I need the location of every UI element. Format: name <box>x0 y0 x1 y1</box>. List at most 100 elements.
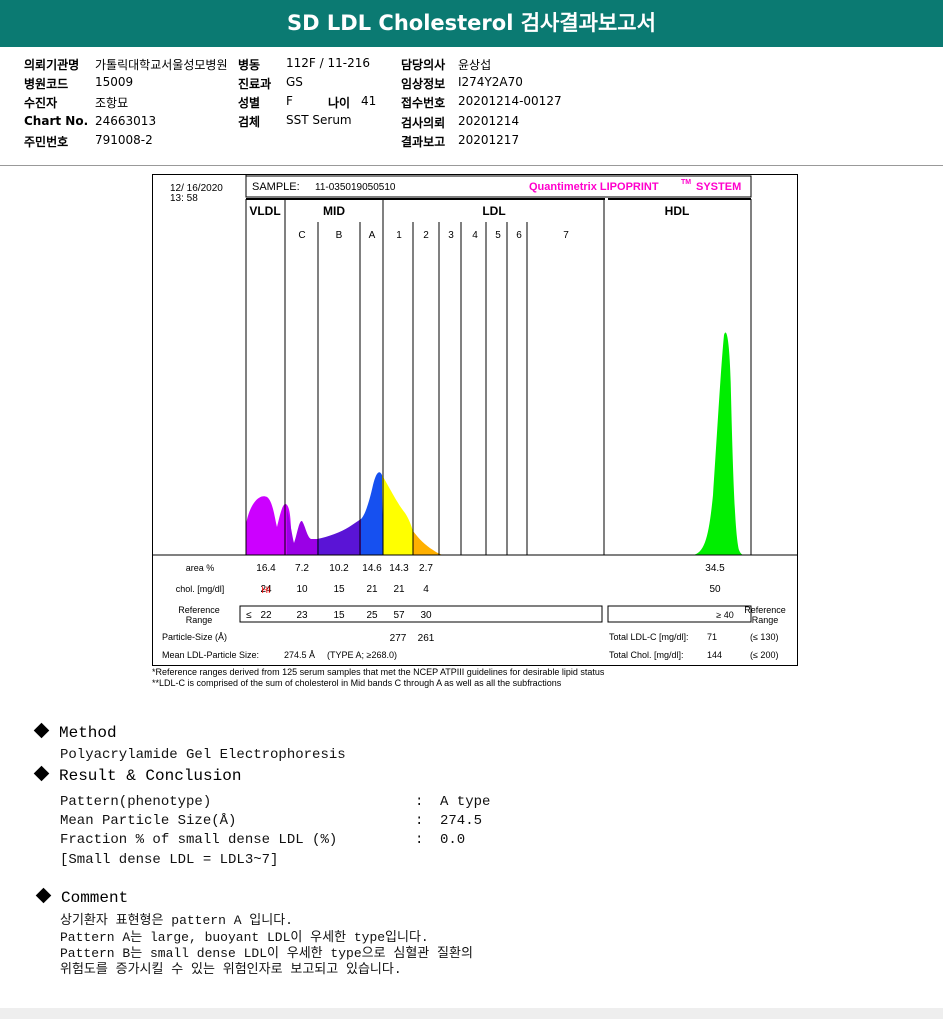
area-value-a: 14.6 <box>362 563 382 574</box>
id-value: 791008-2 <box>95 133 153 147</box>
le-symbol: ≤ <box>246 610 252 621</box>
patient-value: 조항묘 <box>95 96 129 110</box>
chol-value-b: 15 <box>333 584 345 595</box>
sample-id: 11-035019050510 <box>315 182 396 193</box>
ref-value-b: 15 <box>333 610 345 621</box>
request-label: 검사의뢰 <box>401 116 446 130</box>
brand-name: Quantimetrix LIPOPRINT <box>529 181 659 193</box>
group-vldl: VLDL <box>249 204 280 218</box>
reception-value: 20201214-00127 <box>458 94 562 108</box>
ref-value-1: 57 <box>393 610 405 621</box>
mean-type: (TYPE A; ≥268.0) <box>327 650 397 660</box>
ref-value-2: 30 <box>420 610 432 621</box>
band-b: B <box>336 230 343 241</box>
department-value: GS <box>286 75 303 89</box>
group-hdl: HDL <box>665 204 690 218</box>
ref-label-1: Reference <box>178 605 220 615</box>
age-value: 41 <box>361 94 377 108</box>
hospital-code-label: 병원코드 <box>24 77 69 91</box>
sample-label: SAMPLE: <box>252 181 300 193</box>
band-1: 1 <box>396 230 402 241</box>
particle-size-2: 261 <box>418 633 435 644</box>
comment-heading: Comment <box>35 887 129 907</box>
result-label-pattern: Pattern(phenotype) <box>60 794 212 810</box>
result-note: [Small dense LDL = LDL3~7] <box>60 852 279 868</box>
report-title: SD LDL Cholesterol 검사결과보고서 <box>0 0 943 47</box>
group-ldl: LDL <box>482 204 505 218</box>
band-3: 3 <box>448 230 454 241</box>
area-value-c: 7.2 <box>295 563 309 574</box>
chol-value-2: 4 <box>423 584 429 595</box>
hdl-ref: ≥ 40 <box>716 610 733 620</box>
mean-value: 274.5 Å <box>284 650 315 660</box>
diamond-bullet-icon <box>33 765 50 782</box>
area-value-b: 10.2 <box>329 563 349 574</box>
group-mid: MID <box>323 204 345 218</box>
footnote-2: **LDL-C is comprised of the sum of chole… <box>152 678 562 688</box>
chol-value-hdl: 50 <box>709 584 721 595</box>
patient-label: 수진자 <box>24 96 58 110</box>
lipoprint-svg: 12/ 16/2020 13: 58 SAMPLE: 11-0350190505… <box>153 175 797 660</box>
chart-no-label: Chart No. <box>24 114 89 128</box>
result-value-size: 274.5 <box>440 813 483 829</box>
total-ldl-ref: (≤ 130) <box>750 632 778 642</box>
sex-label: 성별 <box>238 96 261 110</box>
department-label: 진료과 <box>238 77 272 91</box>
ref-value-c: 23 <box>296 610 308 621</box>
area-value-2: 2.7 <box>419 563 433 574</box>
total-ldl-value: 71 <box>707 632 717 642</box>
report-date-label: 결과보고 <box>401 135 446 149</box>
result-colon-pattern: : <box>415 794 424 810</box>
clinical-value: I274Y2A70 <box>458 75 523 89</box>
mean-label: Mean LDL-Particle Size: <box>162 650 259 660</box>
result-value-fraction: 0.0 <box>440 832 466 848</box>
peak-hdl <box>693 332 745 555</box>
profile-curve <box>246 332 745 555</box>
reception-label: 접수번호 <box>401 96 446 110</box>
diamond-bullet-icon <box>33 722 50 739</box>
specimen-value: SST Serum <box>286 113 352 127</box>
method-text: Polyacrylamide Gel Electrophoresis <box>60 747 346 763</box>
result-label-size: Mean Particle Size(Å) <box>60 813 237 829</box>
band-a: A <box>369 230 376 241</box>
band-4: 4 <box>472 230 478 241</box>
report-date-value: 20201217 <box>458 133 520 147</box>
peak-mid-c <box>287 510 317 555</box>
chart-time: 13: 58 <box>170 193 198 204</box>
method-heading: Method <box>33 722 117 742</box>
brand-tm: TM <box>681 179 691 186</box>
specimen-label: 검체 <box>238 115 261 129</box>
brand-suffix: SYSTEM <box>696 181 741 193</box>
comment-heading-text: Comment <box>61 889 129 907</box>
doctor-value: 윤상섭 <box>458 58 492 72</box>
sex-value: F <box>286 94 293 108</box>
page-footer-bar <box>0 1008 943 1019</box>
area-value-1: 14.3 <box>389 563 409 574</box>
particle-size-1: 277 <box>390 633 407 644</box>
result-heading: Result & Conclusion <box>33 765 241 785</box>
ref-label-right-2: Range <box>752 615 779 625</box>
request-value: 20201214 <box>458 114 520 128</box>
ward-label: 병동 <box>238 58 261 72</box>
result-colon-size: : <box>415 813 424 829</box>
doctor-label: 담당의사 <box>401 58 446 72</box>
band-c: C <box>298 230 305 241</box>
chol-label: chol. [mg/dl] <box>176 584 225 594</box>
hospital-code-value: 15009 <box>95 75 134 89</box>
clinical-label: 임상정보 <box>401 77 446 91</box>
band-5: 5 <box>495 230 501 241</box>
ref-value-vldl: 22 <box>260 610 272 621</box>
area-label: area % <box>186 563 215 573</box>
result-colon-fraction: : <box>415 832 424 848</box>
chart-no-value: 24663013 <box>95 114 157 128</box>
ref-value-a: 25 <box>366 610 378 621</box>
band-7: 7 <box>563 230 569 241</box>
total-ldl-label: Total LDL-C [mg/dl]: <box>609 632 689 642</box>
hi-flag: HI <box>262 585 271 595</box>
id-label: 주민번호 <box>24 135 69 149</box>
peak-mid-a <box>361 472 383 555</box>
area-value-hdl: 34.5 <box>705 563 725 574</box>
peak-vldl <box>246 496 293 555</box>
total-chol-label: Total Chol. [mg/dl]: <box>609 650 684 660</box>
method-heading-text: Method <box>59 724 117 742</box>
